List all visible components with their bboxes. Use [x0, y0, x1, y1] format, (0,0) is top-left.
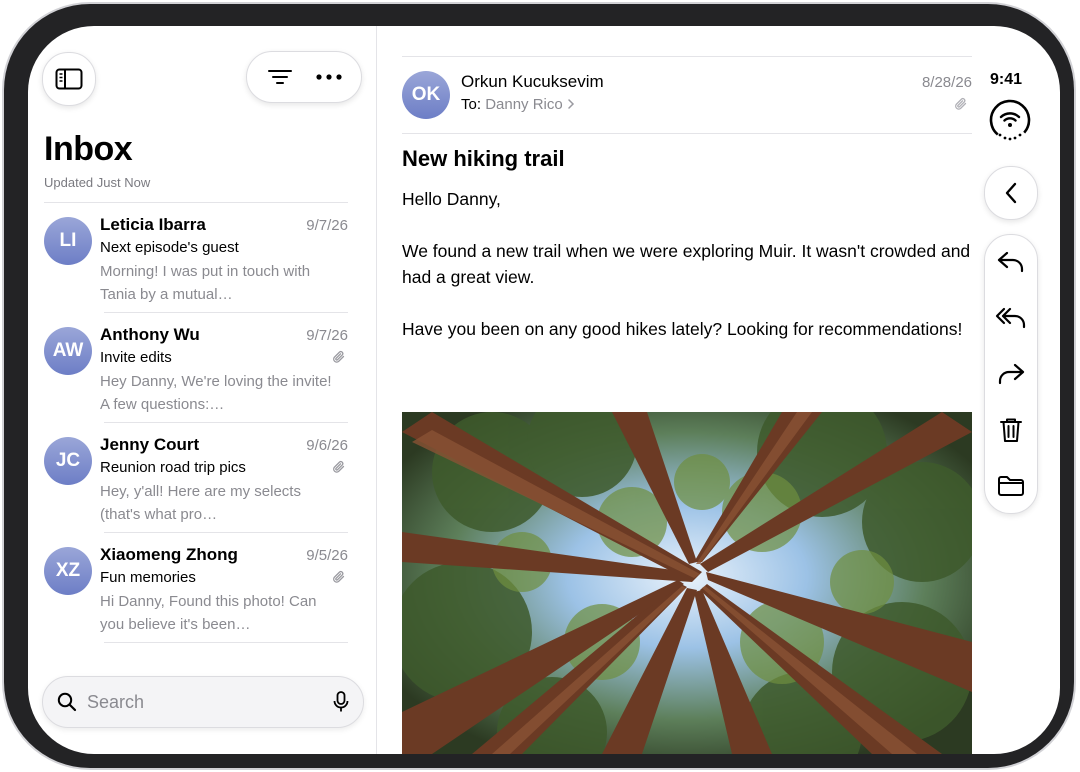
message-paragraph: Have you been on any good hikes lately? …	[402, 319, 963, 339]
sender-name: Jenny Court	[100, 435, 200, 454]
chevron-left-icon	[1005, 182, 1017, 204]
mailbox-sidebar: Inbox Updated Just Now LI Leticia Ibarra…	[28, 26, 377, 754]
reply-button[interactable]	[985, 242, 1037, 282]
sender-name: Xiaomeng Zhong	[100, 545, 238, 564]
redwood-forest-image	[402, 412, 972, 754]
avatar: JC	[44, 437, 92, 485]
message-subject: Fun memories	[100, 569, 196, 586]
chevron-right-icon	[567, 99, 574, 109]
message-view: OK Orkun Kucuksevim To: Danny Rico 8/28/…	[402, 26, 972, 754]
reply-icon	[997, 251, 1024, 273]
avatar: LI	[44, 217, 92, 265]
reply-all-button[interactable]	[985, 298, 1037, 338]
message-date: 9/7/26	[306, 327, 348, 344]
screen: Inbox Updated Just Now LI Leticia Ibarra…	[28, 26, 1060, 754]
message-preview: Morning! I was put in touch with Tania b…	[100, 263, 311, 303]
sender-name: Anthony Wu	[100, 325, 200, 344]
device-frame: Inbox Updated Just Now LI Leticia Ibarra…	[4, 4, 1074, 768]
recipient-line[interactable]: To: Danny Rico	[461, 96, 576, 113]
filter-button[interactable]	[258, 55, 302, 99]
move-to-folder-button[interactable]	[985, 466, 1037, 506]
page-title: Inbox	[44, 130, 133, 168]
sender-name: Leticia Ibarra	[100, 215, 206, 234]
sender-name[interactable]: Orkun Kucuksevim	[461, 72, 604, 92]
updated-status: Updated Just Now	[44, 175, 151, 190]
message-row[interactable]: LI Leticia Ibarra 9/7/26 Next episode's …	[44, 203, 348, 313]
message-list: LI Leticia Ibarra 9/7/26 Next episode's …	[44, 202, 348, 643]
search-icon	[57, 692, 77, 712]
attachment-icon	[333, 460, 345, 473]
to-label: To:	[461, 96, 482, 113]
message-preview: Hi Danny, Found this photo! Can you beli…	[100, 593, 317, 633]
more-icon	[315, 74, 342, 80]
search-field[interactable]: Search	[42, 676, 364, 728]
message-paragraph: We found a new trail when we were explor…	[402, 241, 971, 287]
message-date: 9/5/26	[306, 547, 348, 564]
attachment-icon	[333, 350, 345, 363]
folder-icon	[998, 476, 1024, 496]
forward-icon	[998, 363, 1025, 385]
back-button[interactable]	[984, 166, 1038, 220]
avatar: OK	[402, 71, 450, 119]
avatar: AW	[44, 327, 92, 375]
sidebar-icon	[55, 68, 83, 90]
message-preview: Hey Danny, We're loving the invite! A fe…	[100, 373, 332, 413]
message-row[interactable]: JC Jenny Court 9/6/26 Reunion road trip …	[44, 423, 348, 533]
forward-button[interactable]	[985, 354, 1037, 394]
microphone-icon[interactable]	[333, 691, 349, 713]
toolbar-pill	[246, 51, 362, 103]
message-subject: Invite edits	[100, 349, 172, 366]
delete-button[interactable]	[985, 410, 1037, 450]
message-date: 8/28/26	[921, 74, 972, 91]
message-actions-toolbar	[984, 234, 1038, 514]
message-row[interactable]: XZ Xiaomeng Zhong 9/5/26 Fun memories Hi…	[44, 533, 348, 643]
attached-photo[interactable]	[402, 412, 972, 754]
sidebar-toggle-button[interactable]	[42, 52, 96, 106]
message-row[interactable]: AW Anthony Wu 9/7/26 Invite edits Hey Da…	[44, 313, 348, 423]
message-date: 9/6/26	[306, 437, 348, 454]
wifi-icon	[989, 99, 1031, 141]
search-input[interactable]: Search	[87, 692, 333, 713]
message-header: OK Orkun Kucuksevim To: Danny Rico 8/28/…	[402, 56, 972, 134]
attachment-icon	[333, 570, 345, 583]
reply-all-icon	[995, 307, 1026, 329]
trash-icon	[1000, 418, 1022, 442]
attachment-icon	[955, 97, 967, 110]
message-greeting: Hello Danny,	[402, 189, 501, 209]
message-subject: Reunion road trip pics	[100, 459, 246, 476]
message-subject: New hiking trail	[402, 146, 565, 171]
status-time: 9:41	[990, 71, 1023, 88]
message-date: 9/7/26	[306, 217, 348, 234]
message-subject: Next episode's guest	[100, 239, 239, 256]
more-button[interactable]	[307, 55, 351, 99]
filter-icon	[267, 70, 292, 84]
message-preview: Hey, y'all! Here are my selects (that's …	[100, 483, 301, 523]
avatar: XZ	[44, 547, 92, 595]
recipient-name: Danny Rico	[485, 96, 563, 113]
